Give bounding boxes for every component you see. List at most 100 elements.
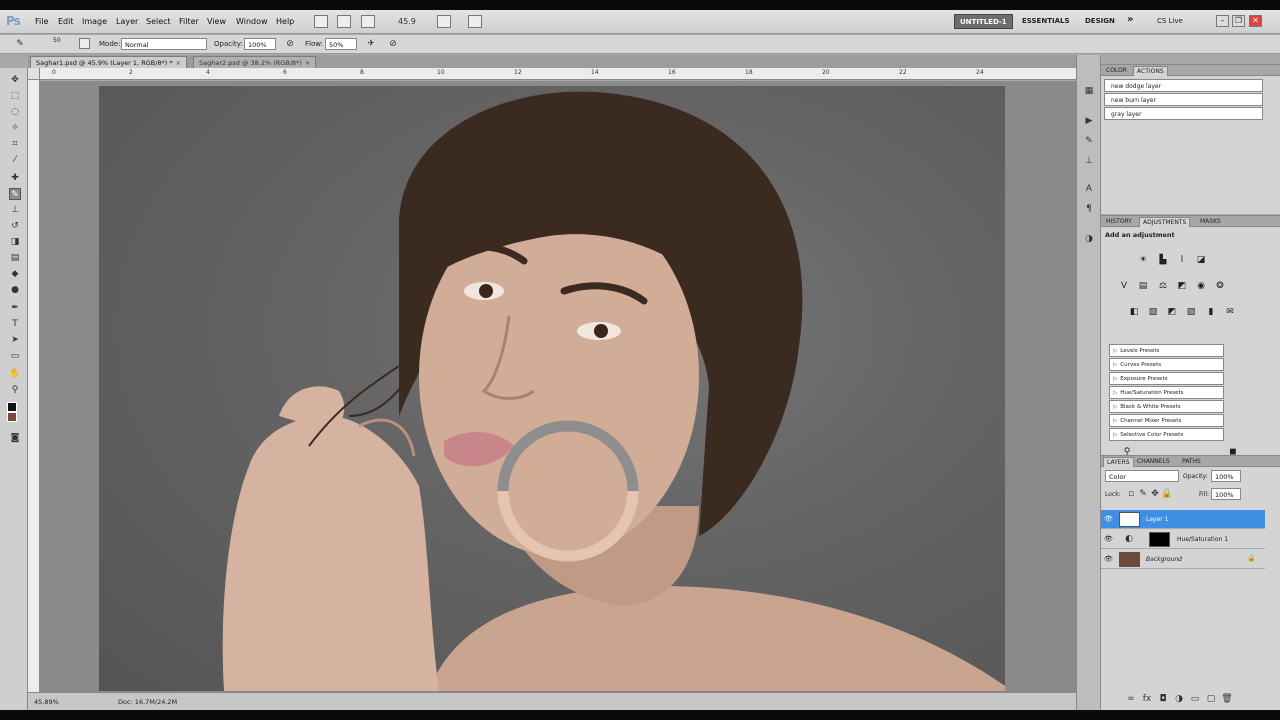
tab-actions[interactable]: ACTIONS	[1133, 66, 1168, 76]
dodge-tool-icon[interactable]: ●	[9, 284, 21, 296]
actions-panel-icon[interactable]: ▶	[1083, 115, 1095, 127]
action-item[interactable]: new burn layer	[1104, 93, 1263, 106]
eraser-tool-icon[interactable]: ◨	[9, 236, 21, 248]
link-layers-icon[interactable]: ∞	[1125, 693, 1137, 705]
pen-tool-icon[interactable]: ✒	[9, 302, 21, 314]
cs-live-button[interactable]: CS Live	[1152, 14, 1188, 29]
status-zoom[interactable]: 45.89%	[34, 698, 59, 706]
gradient-tool-icon[interactable]: ▤	[9, 252, 21, 264]
close-tab-icon[interactable]: ×	[176, 59, 181, 67]
lock-all-icon[interactable]: 🔒	[1161, 488, 1173, 500]
menu-select[interactable]: Select	[146, 17, 171, 26]
paragraph-panel-icon[interactable]: ¶	[1083, 203, 1095, 215]
layer-name[interactable]: Layer 1	[1146, 516, 1168, 523]
menu-layer[interactable]: Layer	[116, 17, 138, 26]
layer-opacity-input[interactable]: 100%	[1211, 470, 1241, 482]
channel-mixer-icon[interactable]: ❂	[1214, 280, 1226, 292]
menu-edit[interactable]: Edit	[58, 17, 74, 26]
zoom-level[interactable]: 45.9	[398, 17, 416, 26]
layer-style-icon[interactable]: fx	[1141, 693, 1153, 705]
layer-row[interactable]: 👁 Layer 1	[1101, 510, 1265, 529]
tab-history[interactable]: HISTORY	[1103, 217, 1135, 227]
tab-document-2[interactable]: Saghar2.psd @ 38.2% (RGB/8*) ×	[193, 56, 317, 68]
hue-saturation-icon[interactable]: ▤	[1137, 280, 1149, 292]
shadows-highlights-icon[interactable]: ✉	[1224, 306, 1236, 318]
gradient-map-icon[interactable]: ▮	[1205, 306, 1217, 318]
brush-panel-icon[interactable]	[79, 38, 90, 49]
brush-tool-icon[interactable]: ✎	[9, 188, 21, 200]
menu-help[interactable]: Help	[276, 17, 294, 26]
menu-window[interactable]: Window	[236, 17, 268, 26]
preset-item[interactable]: ▷ Exposure Presets	[1109, 372, 1224, 385]
menu-image[interactable]: Image	[82, 17, 107, 26]
arrange-documents-icon[interactable]	[437, 15, 451, 28]
lasso-tool-icon[interactable]: ◌	[9, 106, 21, 118]
tab-document-1[interactable]: Saghar1.psd @ 45.9% (Layer 1, RGB/8*) * ×	[30, 56, 188, 68]
layer-row[interactable]: 👁 ◐ Hue/Saturation 1	[1101, 530, 1265, 549]
pressure-opacity-icon[interactable]: ⊘	[284, 38, 296, 50]
delete-layer-icon[interactable]: 🗑	[1221, 693, 1233, 705]
preset-item[interactable]: ▷ Hue/Saturation Presets	[1109, 386, 1224, 399]
minimize-icon[interactable]: –	[1216, 15, 1229, 27]
black-white-icon[interactable]: ◩	[1176, 280, 1188, 292]
screen-mode-icon[interactable]	[468, 15, 482, 28]
foreground-color-swatch[interactable]	[7, 402, 17, 412]
hand-tool-icon[interactable]: ✋	[9, 368, 21, 380]
visibility-eye-icon[interactable]: 👁	[1104, 515, 1113, 523]
tab-adjustments[interactable]: ADJUSTMENTS	[1139, 217, 1191, 227]
lock-pixels-icon[interactable]: ✎	[1137, 488, 1149, 500]
airbrush-icon[interactable]: ✈	[365, 38, 377, 50]
history-panel-icon[interactable]: ◑	[1083, 233, 1095, 245]
lock-transparency-icon[interactable]: ▫	[1125, 488, 1137, 500]
posterize-icon[interactable]: ▧	[1147, 306, 1159, 318]
history-brush-tool-icon[interactable]: ↺	[9, 220, 21, 232]
preset-item[interactable]: ▷ Black & White Presets	[1109, 400, 1224, 413]
tab-masks[interactable]: MASKS	[1197, 217, 1224, 227]
bridge-icon[interactable]	[314, 15, 328, 28]
levels-icon[interactable]: ▙	[1157, 254, 1169, 266]
vertical-ruler[interactable]	[28, 80, 40, 692]
color-panel-icon[interactable]: ▦	[1083, 85, 1095, 97]
type-tool-icon[interactable]: T	[9, 318, 21, 330]
marquee-tool-icon[interactable]: ⬚	[9, 90, 21, 102]
action-item[interactable]: gray layer	[1104, 107, 1263, 120]
background-color-swatch[interactable]	[7, 412, 17, 422]
tab-paths[interactable]: PATHS	[1179, 457, 1204, 467]
blend-mode-select[interactable]: Color	[1105, 470, 1179, 482]
brush-size-value[interactable]: 50	[53, 37, 61, 44]
vibrance-icon[interactable]: V	[1118, 280, 1130, 292]
crop-tool-icon[interactable]: ⌗	[9, 138, 21, 150]
clone-stamp-tool-icon[interactable]: ⊥	[9, 204, 21, 216]
clone-source-icon[interactable]: ⊥	[1083, 155, 1095, 167]
lock-position-icon[interactable]: ✥	[1149, 488, 1161, 500]
workspace-design[interactable]: DESIGN	[1080, 14, 1120, 29]
pressure-size-icon[interactable]: ⊘	[387, 38, 399, 50]
path-select-tool-icon[interactable]: ➤	[9, 334, 21, 346]
layer-name[interactable]: Hue/Saturation 1	[1177, 536, 1228, 543]
tab-color[interactable]: COLOR	[1103, 66, 1130, 76]
flow-input[interactable]: 50%	[325, 38, 357, 50]
healing-tool-icon[interactable]: ✚	[9, 172, 21, 184]
horizontal-ruler[interactable]: 0 2 4 6 8 10 12 14 16 18 20 22 24	[40, 68, 1076, 80]
curves-icon[interactable]: ⌇	[1176, 254, 1188, 266]
preset-item[interactable]: ▷ Channel Mixer Presets	[1109, 414, 1224, 427]
new-group-icon[interactable]: ▭	[1189, 693, 1201, 705]
preset-item[interactable]: ▷ Curves Presets	[1109, 358, 1224, 371]
close-icon[interactable]: ✕	[1249, 15, 1262, 27]
add-mask-icon[interactable]: ◘	[1157, 693, 1169, 705]
mini-bridge-icon[interactable]	[337, 15, 351, 28]
visibility-eye-icon[interactable]: 👁	[1104, 555, 1113, 563]
opacity-input[interactable]: 100%	[244, 38, 276, 50]
layer-row[interactable]: 👁 Background 🔒	[1101, 550, 1265, 569]
tab-channels[interactable]: CHANNELS	[1134, 457, 1173, 467]
layer-name[interactable]: Background	[1146, 556, 1182, 563]
mode-select[interactable]: Normal	[121, 38, 207, 50]
action-item[interactable]: new dodge layer	[1104, 79, 1263, 92]
color-balance-icon[interactable]: ⚖	[1157, 280, 1169, 292]
zoom-tool-icon[interactable]: ⚲	[9, 384, 21, 396]
character-panel-icon[interactable]: A	[1083, 183, 1095, 195]
blur-tool-icon[interactable]: ◆	[9, 268, 21, 280]
quick-select-tool-icon[interactable]: ✧	[9, 122, 21, 134]
move-tool-icon[interactable]: ✥	[9, 74, 21, 86]
brightness-contrast-icon[interactable]: ☀	[1137, 254, 1149, 266]
